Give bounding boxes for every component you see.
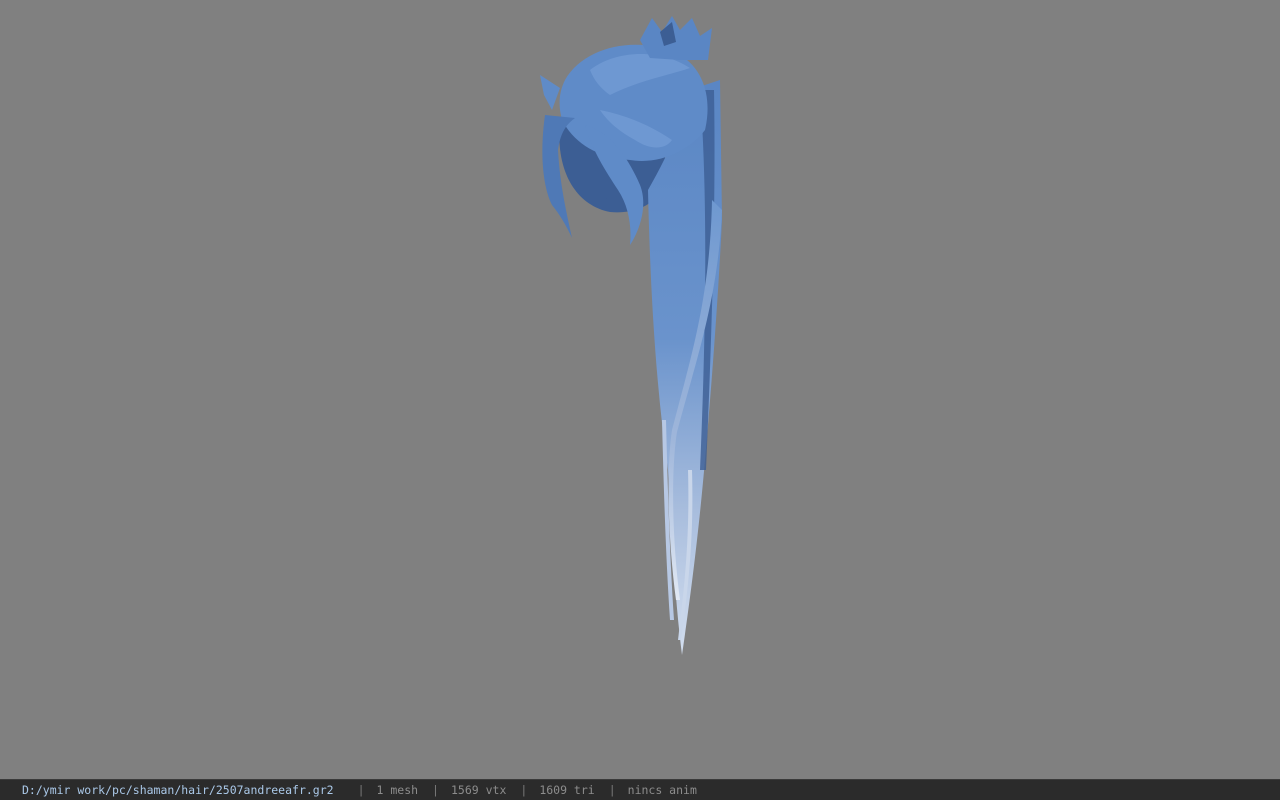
mesh-count: 1 mesh — [376, 783, 419, 797]
status-separator: | — [357, 783, 365, 797]
status-separator: | — [520, 783, 528, 797]
hair-model-render — [540, 16, 722, 655]
triangle-count: 1609 tri — [539, 783, 595, 797]
hair-side-lock-strand — [540, 75, 560, 110]
status-separator: | — [608, 783, 616, 797]
animation-status: nincs anim — [627, 783, 697, 797]
hair-bun — [640, 16, 712, 60]
file-path: D:/ymir work/pc/shaman/hair/2507andreeaf… — [22, 783, 334, 797]
status-bar: D:/ymir work/pc/shaman/hair/2507andreeaf… — [0, 779, 1280, 800]
vertex-count: 1569 vtx — [450, 783, 507, 797]
status-separator: | — [432, 783, 439, 797]
3d-viewport[interactable] — [0, 0, 1280, 779]
